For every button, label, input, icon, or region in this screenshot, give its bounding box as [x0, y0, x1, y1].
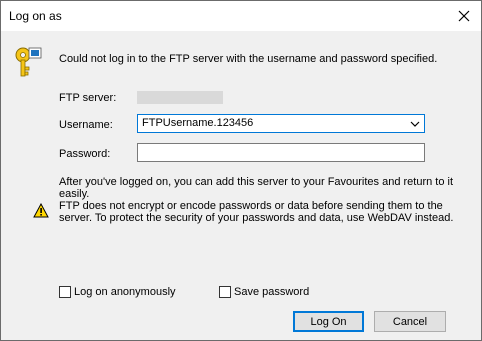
logon-dialog: Log on as Could not log in to the FTP se…: [0, 0, 482, 341]
save-password-checkbox-row[interactable]: Save password: [219, 286, 309, 298]
close-icon: [458, 10, 470, 22]
key-icon: [15, 47, 42, 77]
password-field[interactable]: [137, 143, 425, 162]
ftp-warning-text: FTP does not encrypt or encode passwords…: [59, 200, 454, 224]
server-label: FTP server:: [59, 92, 117, 104]
title-bar: Log on as: [1, 1, 481, 31]
anonymous-label[interactable]: Log on anonymously: [74, 286, 176, 298]
cancel-button-label: Cancel: [392, 315, 428, 328]
logon-button[interactable]: Log On: [293, 311, 364, 332]
error-message: Could not log in to the FTP server with …: [59, 53, 438, 65]
window-title: Log on as: [9, 9, 62, 23]
anonymous-checkbox[interactable]: [59, 286, 71, 298]
warning-icon: [33, 203, 49, 218]
chevron-down-icon[interactable]: [410, 119, 420, 129]
username-label: Username:: [59, 119, 113, 131]
password-label: Password:: [59, 148, 111, 160]
save-password-label[interactable]: Save password: [234, 286, 309, 298]
username-combobox[interactable]: FTPUsername.123456: [137, 114, 425, 133]
anonymous-checkbox-row[interactable]: Log on anonymously: [59, 286, 176, 298]
favourites-info: After you've logged on, you can add this…: [59, 176, 454, 200]
logon-button-label: Log On: [310, 315, 347, 328]
close-button[interactable]: [447, 1, 481, 31]
server-value-redacted: [137, 91, 223, 104]
dialog-content: Could not log in to the FTP server with …: [1, 31, 481, 340]
save-password-checkbox[interactable]: [219, 286, 231, 298]
cancel-button[interactable]: Cancel: [374, 311, 446, 332]
username-input[interactable]: FTPUsername.123456: [142, 117, 253, 129]
